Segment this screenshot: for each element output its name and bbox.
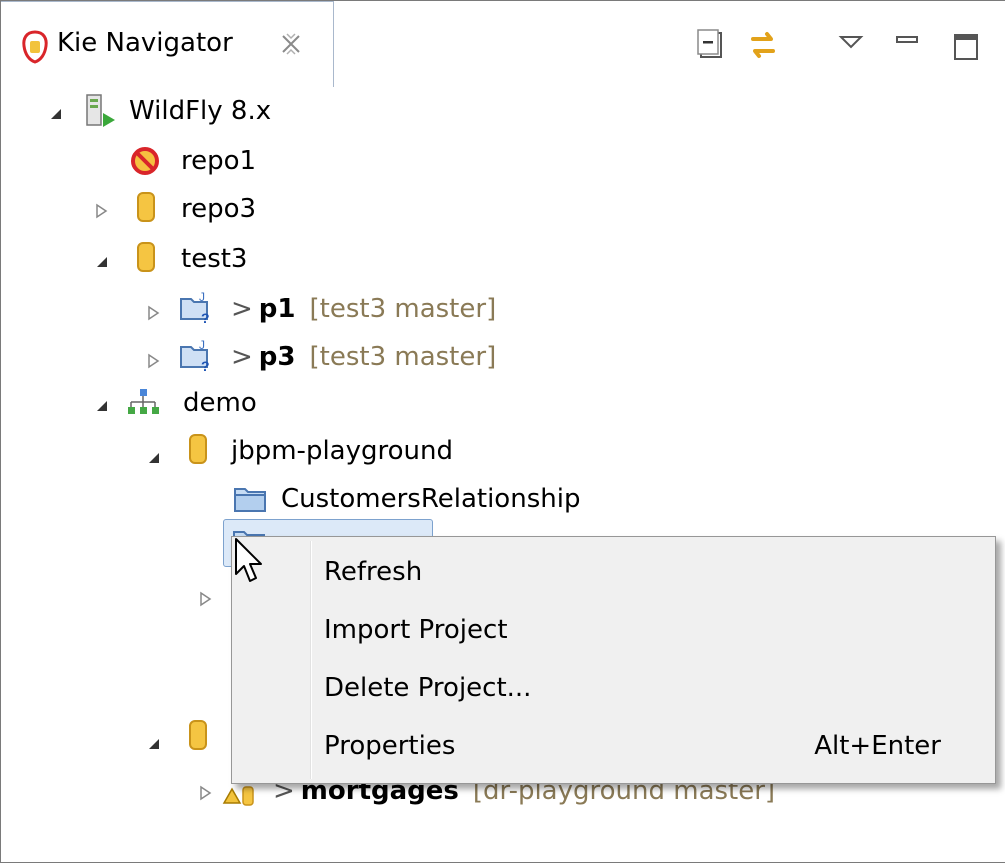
test3-label: test3 [181, 244, 248, 274]
link-with-editor-icon[interactable] [745, 25, 781, 65]
customers-relationship-label: CustomersRelationship [281, 484, 581, 514]
collapsed-twistie-icon[interactable] [197, 591, 213, 607]
tree-item-repo3[interactable]: repo3 [181, 185, 256, 233]
tab-title: Kie Navigator [57, 28, 233, 58]
p3-branch-decoration: [test3 master] [309, 342, 497, 372]
menu-item-label: Refresh [324, 557, 423, 587]
menu-item-delete-project[interactable]: Delete Project... [234, 661, 993, 719]
jbpm-playground-label: jbpm-playground [231, 436, 453, 466]
p3-label: p3 [258, 342, 296, 372]
expanded-twistie-icon[interactable] [93, 253, 109, 269]
menu-item-shortcut: Alt+Enter [814, 731, 941, 761]
server-started-icon [86, 94, 115, 127]
java-project-unknown-icon: J ? [180, 290, 210, 325]
svg-text:J: J [199, 338, 205, 352]
minimize-icon[interactable] [889, 25, 925, 65]
kie-navigator-view: Kie Navigator WildFly 8.x repo1 repo3 te… [0, 0, 1005, 863]
expanded-twistie-icon[interactable] [47, 105, 63, 121]
outgoing-arrow: > [231, 342, 253, 372]
collapsed-twistie-icon[interactable] [145, 353, 161, 369]
tab-kie-navigator[interactable]: Kie Navigator [1, 1, 334, 87]
close-icon[interactable] [277, 30, 305, 58]
java-project-unknown-icon: J ? [180, 338, 210, 373]
tree-item-jbpm-playground[interactable]: jbpm-playground [231, 427, 453, 475]
demo-label: demo [183, 388, 257, 418]
expanded-twistie-icon[interactable] [145, 449, 161, 465]
tree-item-test3[interactable]: test3 [181, 235, 247, 283]
tree-item-demo[interactable]: demo [183, 379, 257, 427]
menu-item-import-project[interactable]: Import Project [234, 603, 993, 661]
tree-item-p1[interactable]: > p1 [test3 master] [221, 285, 496, 333]
collapsed-twistie-icon[interactable] [145, 305, 161, 321]
collapsed-twistie-icon[interactable] [93, 203, 109, 219]
expanded-twistie-icon[interactable] [145, 735, 161, 751]
organization-icon [128, 389, 159, 414]
repo3-label: repo3 [181, 194, 257, 224]
repo1-label: repo1 [181, 146, 257, 176]
collapsed-twistie-icon[interactable] [197, 785, 213, 801]
repository-icon [189, 720, 207, 750]
collapse-all-icon[interactable] [695, 25, 731, 65]
tree-item-server[interactable]: WildFly 8.x [129, 87, 271, 135]
menu-item-label: Import Project [324, 615, 508, 645]
repository-icon [137, 242, 155, 272]
p1-branch-decoration: [test3 master] [309, 294, 497, 324]
view-menu-icon[interactable] [833, 25, 869, 65]
tree-item-repo1[interactable]: repo1 [181, 137, 256, 185]
expanded-twistie-icon[interactable] [93, 397, 109, 413]
project-folder-icon [234, 488, 266, 512]
menu-item-properties[interactable]: Properties Alt+Enter [234, 719, 993, 777]
context-menu: Refresh Import Project Delete Project...… [231, 536, 996, 784]
maximize-icon[interactable] [947, 25, 983, 65]
p1-label: p1 [258, 294, 296, 324]
kie-logo-icon [22, 30, 48, 64]
repository-icon [189, 434, 207, 464]
svg-text:J: J [199, 290, 205, 304]
outgoing-arrow: > [231, 294, 253, 324]
menu-item-refresh[interactable]: Refresh [234, 545, 993, 603]
server-label: WildFly 8.x [129, 96, 272, 126]
tree-item-p3[interactable]: > p3 [test3 master] [221, 333, 496, 381]
repository-error-icon [131, 147, 159, 175]
tree-item-customers-relationship[interactable]: CustomersRelationship [281, 475, 580, 523]
mouse-pointer-icon [235, 538, 262, 582]
menu-item-label: Properties [324, 731, 456, 761]
view-tab-bar: Kie Navigator [1, 1, 1005, 87]
menu-item-label: Delete Project... [324, 673, 532, 703]
repository-icon [137, 192, 155, 222]
svg-text:?: ? [201, 310, 210, 325]
svg-text:?: ? [201, 358, 210, 373]
